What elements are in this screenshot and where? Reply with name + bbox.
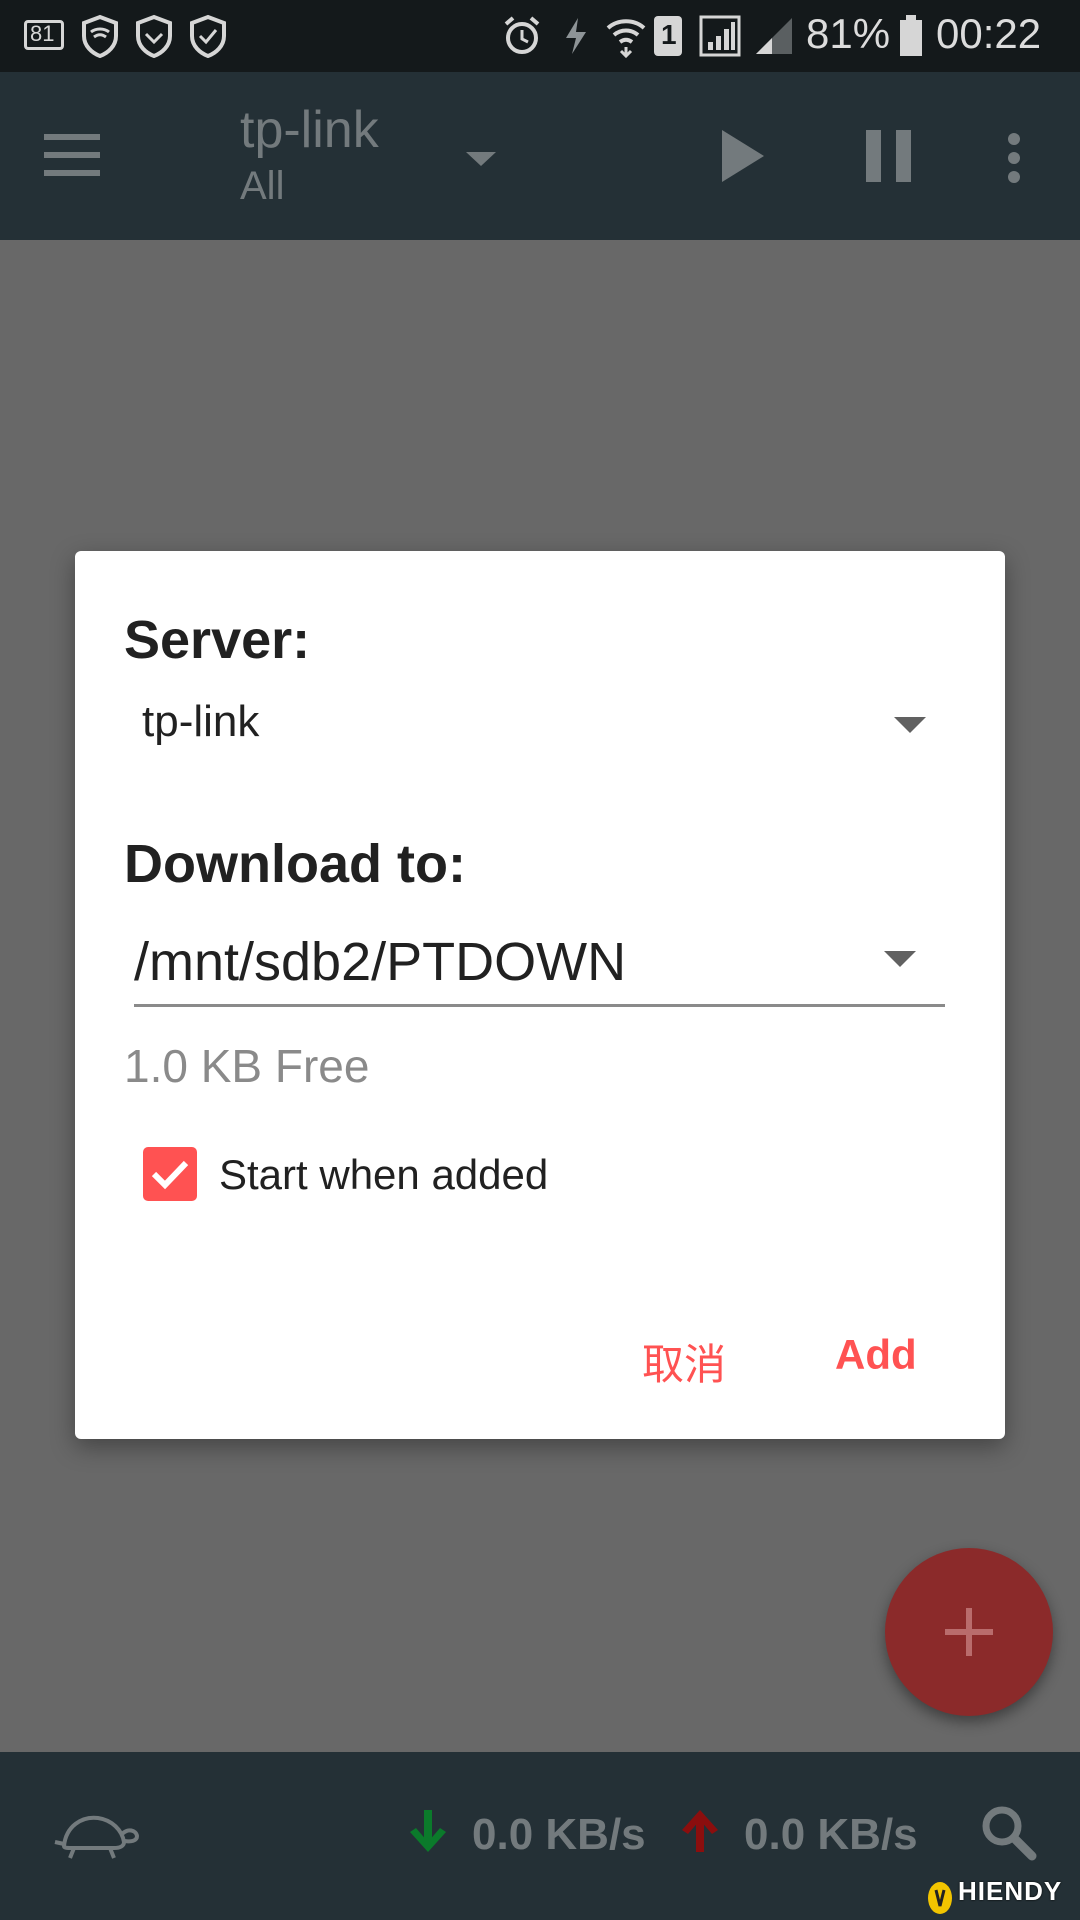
shield-check-icon bbox=[190, 14, 226, 58]
play-icon[interactable] bbox=[718, 128, 768, 184]
search-icon[interactable] bbox=[978, 1802, 1038, 1862]
download-to-label: Download to: bbox=[124, 834, 466, 894]
add-torrent-fab[interactable] bbox=[885, 1548, 1053, 1716]
shield-icon bbox=[136, 14, 172, 58]
download-arrow-icon bbox=[410, 1810, 446, 1852]
menu-icon[interactable] bbox=[44, 134, 100, 176]
dropdown-caret-icon[interactable] bbox=[466, 152, 496, 166]
start-when-added-checkbox[interactable] bbox=[143, 1147, 197, 1201]
server-spinner[interactable]: tp-link bbox=[124, 681, 954, 765]
pause-icon[interactable] bbox=[864, 128, 914, 184]
hiendy-logo-icon bbox=[928, 1882, 952, 1914]
download-path-dropdown-icon bbox=[884, 951, 916, 967]
checkmark-icon bbox=[151, 1160, 189, 1190]
sim-slot-text: 1 bbox=[661, 19, 677, 50]
download-path-value: /mnt/sdb2/PTDOWN bbox=[134, 932, 627, 992]
server-dropdown-icon bbox=[894, 717, 926, 733]
data-saver-icon bbox=[566, 18, 586, 54]
start-when-added-label[interactable]: Start when added bbox=[219, 1151, 548, 1199]
battery-icon bbox=[900, 15, 922, 56]
more-vert-icon[interactable] bbox=[1004, 132, 1024, 184]
wifi-icon bbox=[606, 19, 646, 58]
signal-icon bbox=[699, 15, 741, 57]
signal-weak-icon bbox=[756, 18, 792, 54]
turtle-icon[interactable] bbox=[52, 1808, 140, 1864]
hiendy-watermark: HIENDY bbox=[926, 1876, 1080, 1920]
upload-arrow-icon bbox=[682, 1810, 718, 1852]
server-label: Server: bbox=[124, 610, 311, 670]
speed-bar: 0.0 KB/s 0.0 KB/s bbox=[0, 1752, 1080, 1920]
vpn-shield-icon bbox=[82, 14, 118, 58]
plus-icon bbox=[945, 1608, 993, 1656]
cancel-button[interactable]: 取消 bbox=[642, 1331, 726, 1392]
watermark-text: HIENDY bbox=[958, 1876, 1063, 1906]
toolbar-subtitle: All bbox=[240, 164, 285, 208]
download-speed: 0.0 KB/s bbox=[472, 1810, 646, 1859]
status-bar: 81 1 81% 00:22 bbox=[0, 0, 1080, 72]
app-toolbar: tp-link All bbox=[0, 72, 1080, 240]
upload-speed: 0.0 KB/s bbox=[744, 1810, 918, 1859]
alarm-icon bbox=[504, 16, 540, 54]
download-path-spinner[interactable]: /mnt/sdb2/PTDOWN bbox=[134, 911, 945, 1007]
clock: 00:22 bbox=[936, 10, 1042, 57]
battery-percent: 81% bbox=[806, 10, 891, 57]
toolbar-title: tp-link bbox=[240, 101, 379, 159]
sim-icon: 1 bbox=[654, 16, 682, 56]
server-spinner-value: tp-link bbox=[142, 697, 260, 746]
free-space-text: 1.0 KB Free bbox=[124, 1040, 370, 1092]
notification-count-text: 81 bbox=[30, 21, 55, 46]
add-button[interactable]: Add bbox=[835, 1331, 917, 1379]
add-torrent-dialog: Server: tp-link Download to: /mnt/sdb2/P… bbox=[75, 551, 1005, 1439]
notification-count-icon: 81 bbox=[24, 20, 64, 50]
download-path-underline bbox=[134, 1004, 945, 1007]
